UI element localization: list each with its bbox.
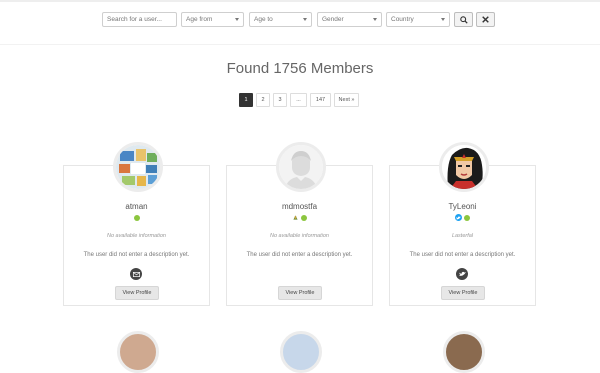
avatar[interactable] bbox=[280, 331, 322, 373]
avatar[interactable] bbox=[117, 331, 159, 373]
country-select[interactable]: Country bbox=[386, 12, 450, 27]
online-status-icon bbox=[464, 215, 470, 221]
member-name: mdmostfa bbox=[281, 202, 318, 211]
avatar-image bbox=[442, 145, 486, 189]
email-social-button[interactable] bbox=[130, 268, 142, 280]
age-from-label: Age from bbox=[186, 16, 213, 23]
search-field[interactable] bbox=[102, 12, 177, 27]
chevron-down-icon bbox=[441, 18, 445, 21]
chevron-down-icon bbox=[303, 18, 307, 21]
search-icon bbox=[459, 15, 468, 24]
page-147[interactable]: 147 bbox=[310, 93, 331, 107]
chevron-down-icon bbox=[235, 18, 239, 21]
member-badges bbox=[390, 214, 535, 222]
twitter-icon bbox=[458, 271, 466, 276]
member-description: The user did not enter a description yet… bbox=[83, 252, 190, 258]
member-description: The user did not enter a description yet… bbox=[409, 252, 516, 258]
results-title: Found 1756 Members bbox=[226, 60, 374, 77]
country-label: Country bbox=[391, 16, 414, 23]
member-badges bbox=[64, 214, 209, 222]
member-name: atman bbox=[125, 202, 148, 211]
member-description: The user did not enter a description yet… bbox=[246, 252, 353, 258]
gender-select[interactable]: Gender bbox=[317, 12, 382, 27]
member-info: Lasterfal bbox=[451, 233, 474, 239]
chevron-down-icon bbox=[373, 18, 377, 21]
rank-badge-icon bbox=[292, 214, 299, 221]
avatar[interactable] bbox=[276, 142, 326, 192]
page-ellipsis: ... bbox=[290, 93, 307, 107]
age-to-label: Age to bbox=[254, 16, 273, 23]
default-user-icon bbox=[279, 145, 323, 189]
search-button[interactable] bbox=[454, 12, 473, 27]
page-2[interactable]: 2 bbox=[256, 93, 270, 107]
age-from-select[interactable]: Age from bbox=[181, 12, 244, 27]
top-border bbox=[0, 0, 600, 2]
gender-label: Gender bbox=[322, 16, 344, 23]
page-3[interactable]: 3 bbox=[273, 93, 287, 107]
avatar[interactable] bbox=[439, 142, 489, 192]
member-name: TyLeoni bbox=[448, 202, 477, 211]
close-icon bbox=[482, 16, 489, 23]
view-profile-button[interactable]: View Profile bbox=[441, 286, 485, 300]
next-page-button[interactable]: Next » bbox=[334, 93, 359, 107]
filter-divider bbox=[0, 44, 600, 45]
twitter-social-button[interactable] bbox=[456, 268, 468, 280]
email-icon bbox=[132, 271, 140, 277]
view-profile-button[interactable]: View Profile bbox=[115, 286, 159, 300]
member-badges bbox=[227, 214, 372, 222]
page-1[interactable]: 1 bbox=[239, 93, 253, 107]
avatar[interactable] bbox=[113, 142, 163, 192]
avatar-image bbox=[116, 145, 160, 189]
search-input[interactable] bbox=[107, 13, 172, 26]
view-profile-button[interactable]: View Profile bbox=[278, 286, 322, 300]
clear-filters-button[interactable] bbox=[476, 12, 495, 27]
avatar[interactable] bbox=[443, 331, 485, 373]
online-status-icon bbox=[133, 215, 140, 221]
age-to-select[interactable]: Age to bbox=[249, 12, 312, 27]
member-info: No available information bbox=[106, 233, 166, 239]
online-status-icon bbox=[301, 215, 307, 221]
twitter-badge-icon bbox=[455, 214, 462, 221]
member-info: No available information bbox=[269, 233, 329, 239]
